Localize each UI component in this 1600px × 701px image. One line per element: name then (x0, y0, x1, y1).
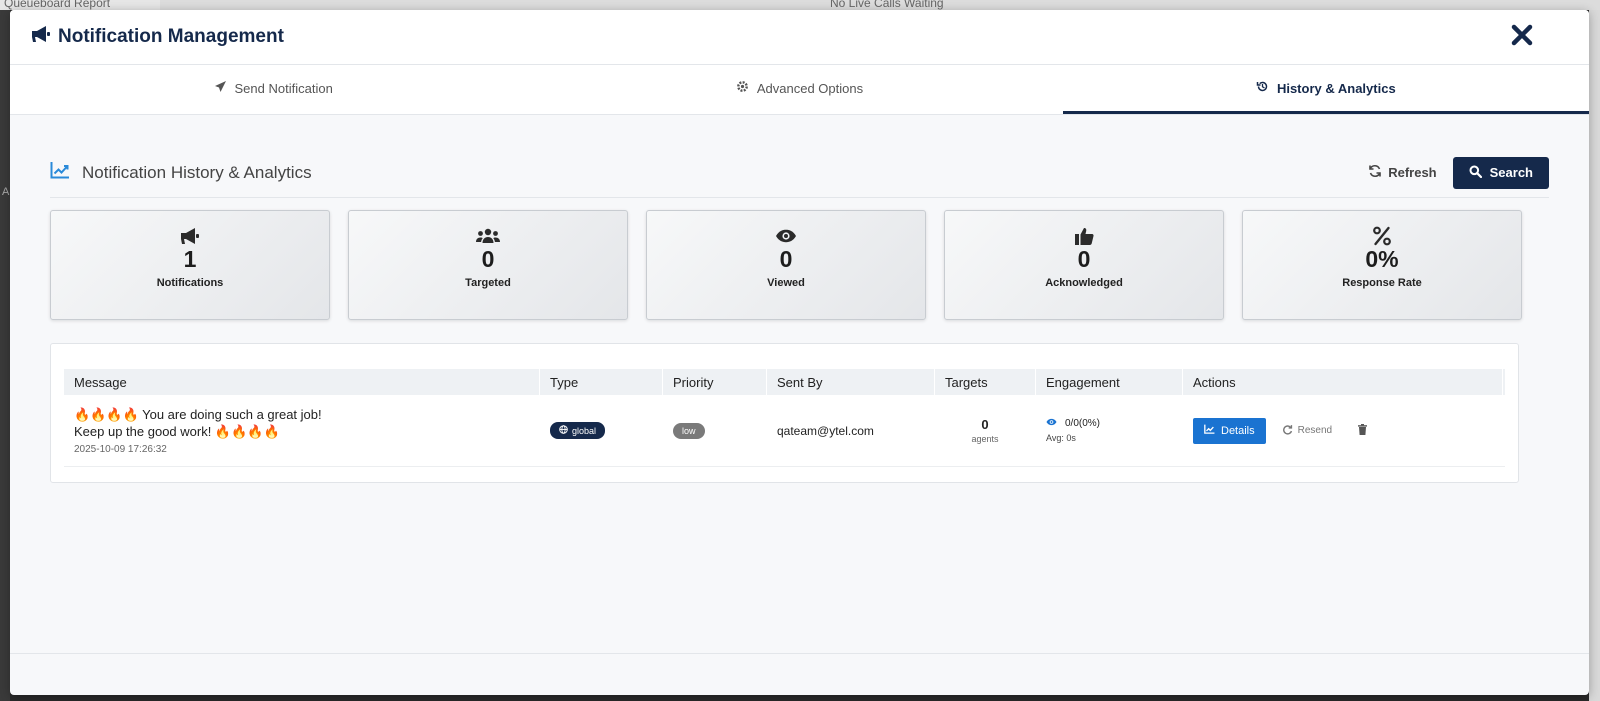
close-button[interactable] (1509, 24, 1535, 50)
paper-plane-icon (214, 80, 227, 96)
column-header-targets: Targets (935, 369, 1036, 395)
targets-wrap: 0 agents (945, 417, 1025, 444)
details-button[interactable]: Details (1193, 417, 1266, 444)
engagement-value: 0/0(0%) (1065, 418, 1101, 429)
background-side-letter: A (2, 186, 10, 198)
stat-viewed: 0 Viewed (646, 210, 926, 320)
section-header: Notification History & Analytics Refresh… (50, 156, 1549, 198)
eye-icon (775, 225, 797, 247)
megaphone-icon (30, 25, 52, 49)
history-content: Notification History & Analytics Refresh… (10, 156, 1589, 483)
targets-cell: 0 agents (935, 417, 1036, 444)
tab-advanced-options-label: Advanced Options (756, 80, 864, 96)
background-side: A (0, 10, 10, 701)
close-icon (1511, 24, 1533, 51)
stat-acknowledged: 0 Acknowledged (944, 210, 1224, 320)
sent-by-cell: qateam@ytel.com (777, 423, 874, 438)
type-badge-label: global (572, 425, 597, 436)
chart-line-icon (1204, 424, 1215, 437)
stat-value: 0 (779, 246, 793, 272)
section-actions: Refresh Search (1368, 156, 1549, 189)
tab-history-analytics-label: History & Analytics (1276, 80, 1396, 96)
column-header-type: Type (540, 369, 663, 395)
tab-bar: Send Notification Advanced Options Histo… (10, 65, 1589, 115)
stat-label: Targeted (465, 277, 511, 289)
stat-notifications: 1 Notifications (50, 210, 330, 320)
column-header-message: Message (64, 369, 540, 395)
table-row: 🔥🔥🔥🔥 You are doing such a great job! Kee… (64, 395, 1505, 467)
background-strip-right: No Live Calls Waiting (160, 0, 1600, 10)
history-icon (1256, 80, 1269, 96)
actions-wrap: Details Resend (1193, 417, 1503, 444)
stat-value: 0 (1077, 246, 1091, 272)
type-cell: global (540, 422, 663, 439)
section-title-wrap: Notification History & Analytics (50, 161, 312, 184)
stats-row: 1 Notifications 0 Targeted 0 Viewed 0 Ac… (50, 210, 1549, 320)
modal-title: Notification Management (58, 26, 284, 47)
message-date: 2025-10-09 17:26:32 (74, 444, 167, 455)
thumbs-up-icon (1074, 225, 1094, 247)
stat-response-rate: 0% Response Rate (1242, 210, 1522, 320)
notification-management-modal: Notification Management Send Notificatio… (10, 10, 1589, 695)
trash-icon (1358, 423, 1368, 438)
stat-value: 1 (183, 246, 197, 272)
targets-count: 0 (981, 417, 989, 432)
chart-line-icon (50, 161, 70, 184)
tab-history-analytics[interactable]: History & Analytics (1062, 65, 1589, 114)
globe-icon (559, 425, 568, 436)
stat-label: Acknowledged (1045, 277, 1123, 289)
resend-button[interactable]: Resend (1276, 424, 1338, 438)
table-header: Message Type Priority Sent By Targets En… (64, 369, 1505, 395)
modal-title-wrap: Notification Management (30, 25, 284, 49)
eye-icon (1046, 418, 1057, 429)
refresh-icon (1368, 164, 1382, 181)
engagement-cell: 0/0(0%) Avg: 0s (1036, 418, 1183, 443)
search-label: Search (1489, 165, 1533, 180)
resend-label: Resend (1297, 425, 1333, 436)
tab-advanced-options[interactable]: Advanced Options (536, 65, 1062, 114)
section-title: Notification History & Analytics (82, 162, 312, 182)
message-text: 🔥🔥🔥🔥 You are doing such a great job! Kee… (74, 407, 322, 439)
engagement-line: 0/0(0%) (1046, 418, 1183, 429)
column-header-engagement: Engagement (1036, 369, 1183, 395)
engagement-avg: Avg: 0s (1046, 433, 1076, 443)
redo-icon (1282, 424, 1293, 438)
refresh-label: Refresh (1388, 165, 1437, 180)
modal-header: Notification Management (10, 10, 1589, 65)
message-cell: 🔥🔥🔥🔥 You are doing such a great job! Kee… (64, 406, 540, 455)
refresh-button[interactable]: Refresh (1368, 164, 1437, 181)
percent-icon (1373, 225, 1391, 247)
stat-label: Notifications (156, 277, 224, 289)
stat-label: Viewed (767, 277, 805, 289)
column-header-priority: Priority (663, 369, 767, 395)
modal-footer-divider (10, 653, 1589, 654)
column-header-sent-by: Sent By (767, 369, 935, 395)
priority-cell: low (663, 422, 767, 439)
details-label: Details (1221, 424, 1255, 437)
tab-send-notification-label: Send Notification (234, 80, 333, 96)
stat-label: Response Rate (1342, 277, 1422, 289)
gear-icon (736, 80, 749, 96)
type-badge: global (550, 422, 606, 439)
background-right-edge (1589, 10, 1600, 701)
stat-value: 0 (481, 246, 495, 272)
tab-send-notification[interactable]: Send Notification (10, 65, 536, 114)
delete-button[interactable] (1348, 423, 1377, 438)
actions-cell: Details Resend (1183, 417, 1503, 444)
column-header-actions: Actions (1183, 369, 1503, 395)
megaphone-icon (179, 225, 201, 247)
background-strip-left: Queueboard Report (0, 0, 160, 10)
background-report-label: Queueboard Report (4, 0, 111, 10)
users-icon (476, 225, 500, 247)
stat-targeted: 0 Targeted (348, 210, 628, 320)
background-queue-status: No Live Calls Waiting (830, 0, 944, 10)
targets-unit: agents (971, 434, 999, 444)
search-button[interactable]: Search (1452, 156, 1549, 189)
priority-badge: low (673, 422, 705, 439)
notification-history-table: Message Type Priority Sent By Targets En… (50, 343, 1519, 483)
search-icon (1469, 165, 1482, 181)
stat-value: 0% (1365, 246, 1399, 272)
